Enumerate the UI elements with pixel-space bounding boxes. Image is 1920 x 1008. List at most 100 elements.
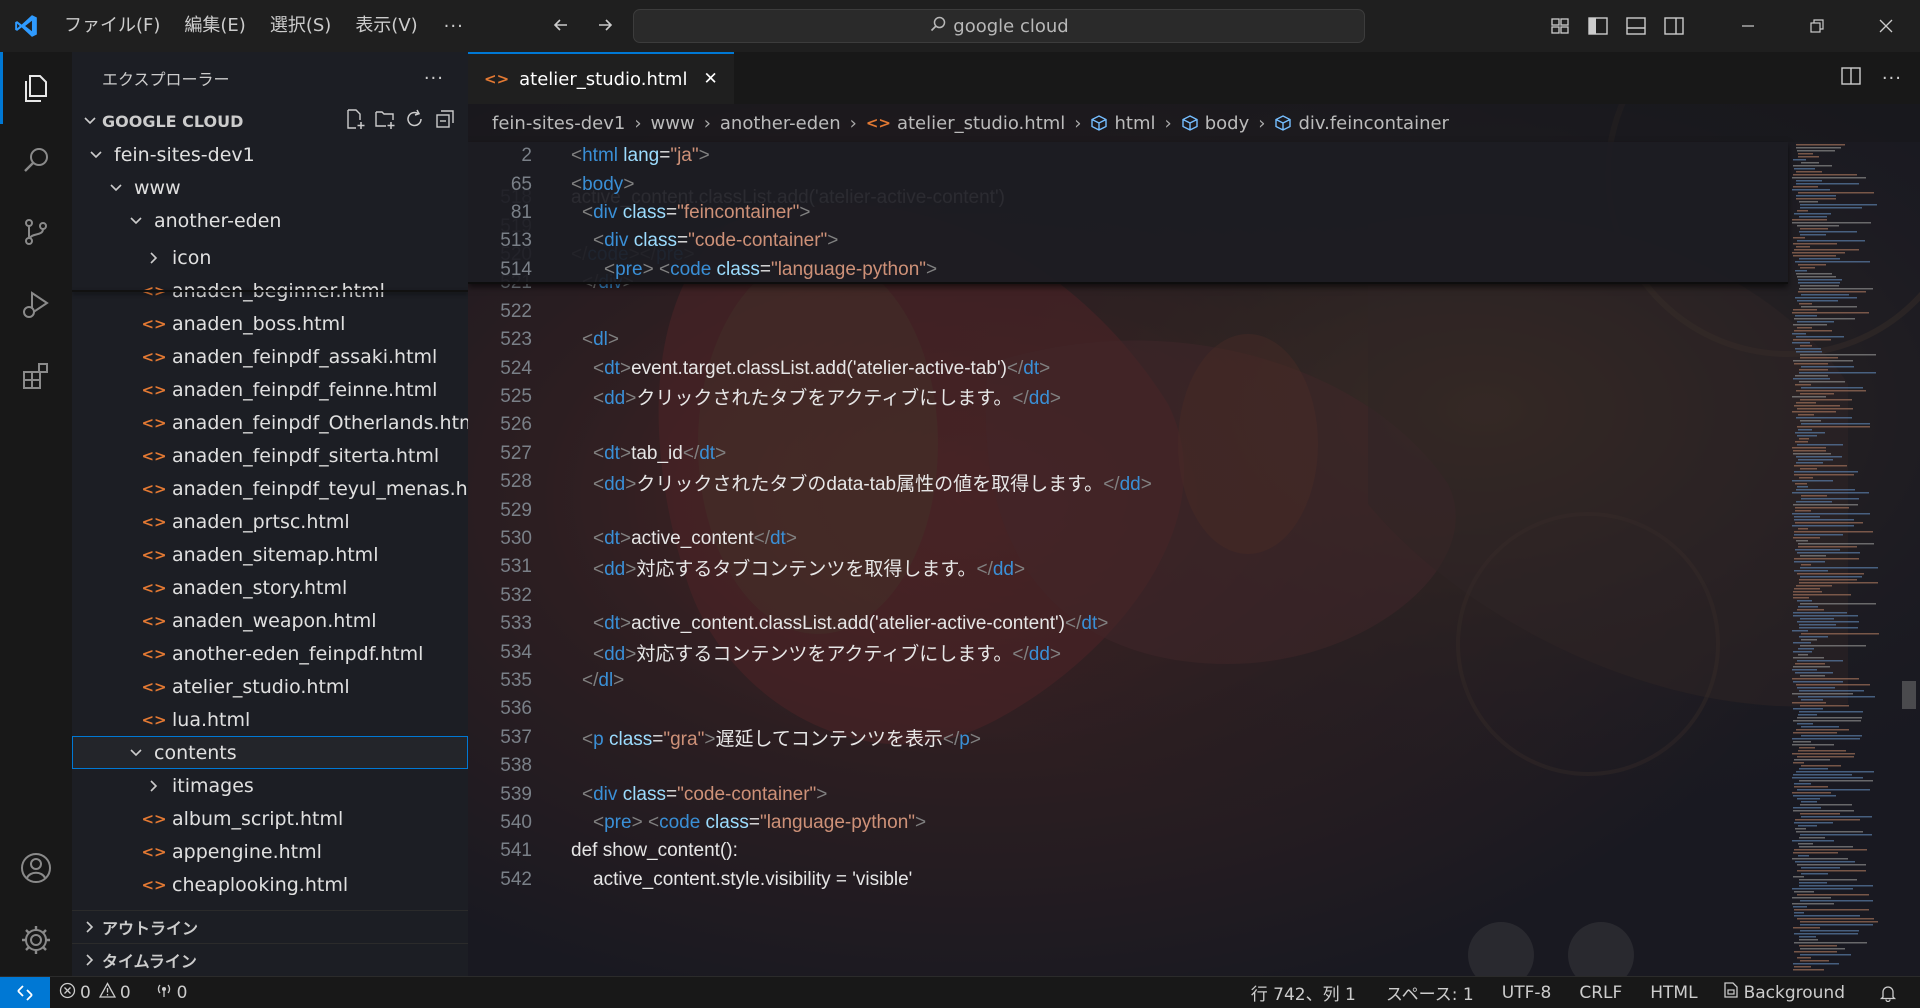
file-tree-item[interactable]: <> another-eden_feinpdf.html <box>72 637 468 670</box>
close-tab-icon[interactable]: ✕ <box>703 69 717 89</box>
code-line[interactable]: 527 <dt>tab_id</dt> <box>468 440 726 468</box>
file-tree-item[interactable]: <> album_script.html <box>72 802 468 835</box>
minimize-icon[interactable] <box>1713 0 1782 52</box>
search-icon[interactable] <box>0 124 72 196</box>
file-tree-item[interactable]: <> atelier_studio.html <box>72 670 468 703</box>
scrollbar-thumb[interactable] <box>1902 681 1916 709</box>
folder-tree-item[interactable]: itimages <box>72 769 468 802</box>
file-tree-item[interactable]: <> anaden_sitemap.html <box>72 538 468 571</box>
toggle-primary-sidebar-icon[interactable] <box>1579 0 1617 52</box>
code-line[interactable]: 525 <dd>クリックされたタブをアクティブにします。</dd> <box>468 383 1061 411</box>
code-line[interactable]: 530 <dt>active_content</dt> <box>468 525 797 553</box>
outline-section-header[interactable]: アウトライン <box>72 910 468 943</box>
code-line[interactable]: 529 <box>468 496 532 524</box>
code-line[interactable]: 531 <dd>対応するタブコンテンツを取得します。</dd> <box>468 553 1025 581</box>
background-extension[interactable]: Background <box>1713 977 1854 1008</box>
timeline-section-header[interactable]: タイムライン <box>72 943 468 976</box>
breadcrumb-item[interactable]: div.feincontainer <box>1298 113 1449 134</box>
explorer-more-button[interactable]: ··· <box>424 68 444 89</box>
code-line[interactable]: 535 </dl> <box>468 667 624 695</box>
close-window-icon[interactable] <box>1851 0 1920 52</box>
customize-layout-icon[interactable] <box>1541 0 1579 52</box>
file-tree-item[interactable]: <> anaden_feinpdf_assaki.html <box>72 340 468 373</box>
notifications-bell-icon[interactable] <box>1870 977 1906 1008</box>
editor-more-icon[interactable]: ··· <box>1882 68 1902 89</box>
forward-arrow-icon[interactable] <box>592 12 618 38</box>
workspace-section-header[interactable]: GOOGLE CLOUD <box>72 104 468 138</box>
code-line[interactable]: 513 <div class="code-container"> <box>468 227 838 255</box>
restore-icon[interactable] <box>1782 0 1851 52</box>
code-line[interactable]: 524 <dt>event.target.classList.add('ateli… <box>468 354 1050 382</box>
file-tree-item[interactable]: <> anaden_prtsc.html <box>72 505 468 538</box>
menu-edit[interactable]: 編集(E) <box>172 0 257 52</box>
file-tree-item[interactable]: <> anaden_feinpdf_siterta.html <box>72 439 468 472</box>
source-control-icon[interactable] <box>0 196 72 268</box>
cursor-position[interactable]: 行 742、列 1 <box>1242 977 1365 1008</box>
split-editor-icon[interactable] <box>1840 66 1862 90</box>
indentation[interactable]: スペース: 1 <box>1377 977 1483 1008</box>
accounts-icon[interactable] <box>0 832 72 904</box>
code-line[interactable]: 537 <p class="gra">遅延してコンテンツを表示</p> <box>468 724 981 752</box>
code-line[interactable]: 536 <box>468 695 532 723</box>
run-debug-icon[interactable] <box>0 268 72 340</box>
breadcrumb-item[interactable]: body <box>1205 113 1250 134</box>
code-line[interactable]: 65 <body> <box>468 170 635 198</box>
code-line[interactable]: 528 <dd>クリックされたタブのdata-tab属性の値を取得します。</dd… <box>468 468 1152 496</box>
folder-tree-item[interactable]: www <box>72 171 468 204</box>
code-line[interactable]: 539 <div class="code-container"> <box>468 780 827 808</box>
explorer-icon[interactable] <box>0 52 72 124</box>
breadcrumb-item[interactable]: html <box>1114 113 1155 134</box>
language-mode[interactable]: HTML <box>1641 977 1706 1008</box>
ports-indicator[interactable]: 0 <box>146 977 197 1008</box>
menu-more-button[interactable]: ··· <box>430 16 478 37</box>
code-line[interactable]: 532 <box>468 582 532 610</box>
toggle-panel-icon[interactable] <box>1617 0 1655 52</box>
folder-tree-item[interactable]: fein-sites-dev1 <box>72 138 468 171</box>
file-tree-item[interactable]: <> anaden_boss.html <box>72 307 468 340</box>
code-line[interactable]: 533 <dt>active_content.classList.add('ate… <box>468 610 1108 638</box>
back-arrow-icon[interactable] <box>548 12 574 38</box>
file-tree-item[interactable]: <> lua.html <box>72 703 468 736</box>
editor-tab-active[interactable]: <> atelier_studio.html ✕ <box>468 52 734 104</box>
file-tree-item[interactable]: <> cheaplooking.html <box>72 868 468 901</box>
refresh-icon[interactable] <box>404 108 426 134</box>
code-line[interactable]: 538 <box>468 752 532 780</box>
file-tree-item[interactable]: <> anaden_feinpdf_Otherlands.html <box>72 406 468 439</box>
breadcrumb-item[interactable]: www <box>651 113 695 134</box>
extensions-icon[interactable] <box>0 340 72 412</box>
file-tree-item[interactable]: <> anaden_feinpdf_teyul_menas.html <box>72 472 468 505</box>
encoding[interactable]: UTF-8 <box>1493 977 1561 1008</box>
breadcrumb-item[interactable]: another-eden <box>720 113 841 134</box>
folder-tree-item[interactable]: another-eden <box>72 204 468 237</box>
command-center-search[interactable]: google cloud <box>633 9 1365 43</box>
code-line[interactable]: 523 <dl> <box>468 326 619 354</box>
file-tree-item[interactable]: <> appengine.html <box>72 835 468 868</box>
minimap[interactable] <box>1788 142 1920 976</box>
file-tree-item[interactable]: <> anaden_feinpdf_feinne.html <box>72 373 468 406</box>
code-line[interactable]: 81 <div class="feincontainer"> <box>468 199 811 227</box>
code-line[interactable]: 534 <dd>対応するコンテンツをアクティブにします。</dd> <box>468 638 1061 666</box>
menu-selection[interactable]: 選択(S) <box>258 0 343 52</box>
file-tree-item[interactable]: <> anaden_story.html <box>72 571 468 604</box>
remote-indicator-icon[interactable] <box>0 976 50 1008</box>
file-tree-item[interactable]: <> anaden_weapon.html <box>72 604 468 637</box>
folder-tree-item[interactable]: icon <box>72 241 468 274</box>
new-folder-icon[interactable] <box>374 108 396 134</box>
folder-tree-item[interactable]: contents <box>72 736 468 769</box>
menu-view[interactable]: 表示(V) <box>343 0 429 52</box>
code-line[interactable]: 526 <box>468 411 532 439</box>
settings-gear-icon[interactable] <box>0 904 72 976</box>
code-line[interactable]: 522 <box>468 298 532 326</box>
menu-file[interactable]: ファイル(F) <box>52 0 172 52</box>
collapse-all-icon[interactable] <box>434 108 456 134</box>
sticky-scroll[interactable]: 2 <html lang="ja"> 65 <body> 81 <div class="f… <box>468 142 1788 284</box>
code-line[interactable]: 2 <html lang="ja"> <box>468 142 709 170</box>
code-line[interactable]: 540 <pre> <code class="language-python"> <box>468 809 926 837</box>
breadcrumb-item[interactable]: fein-sites-dev1 <box>492 113 625 134</box>
new-file-icon[interactable] <box>344 108 366 134</box>
code-line[interactable]: 542 active_content.style.visibility = 'vi… <box>468 866 912 894</box>
problems-indicator[interactable]: 0 0 <box>50 977 140 1008</box>
code-line[interactable]: 541 def show_content(): <box>468 837 738 865</box>
end-of-line[interactable]: CRLF <box>1570 977 1631 1008</box>
code-line[interactable]: 514 <pre> <code class="language-python"> <box>468 256 937 284</box>
